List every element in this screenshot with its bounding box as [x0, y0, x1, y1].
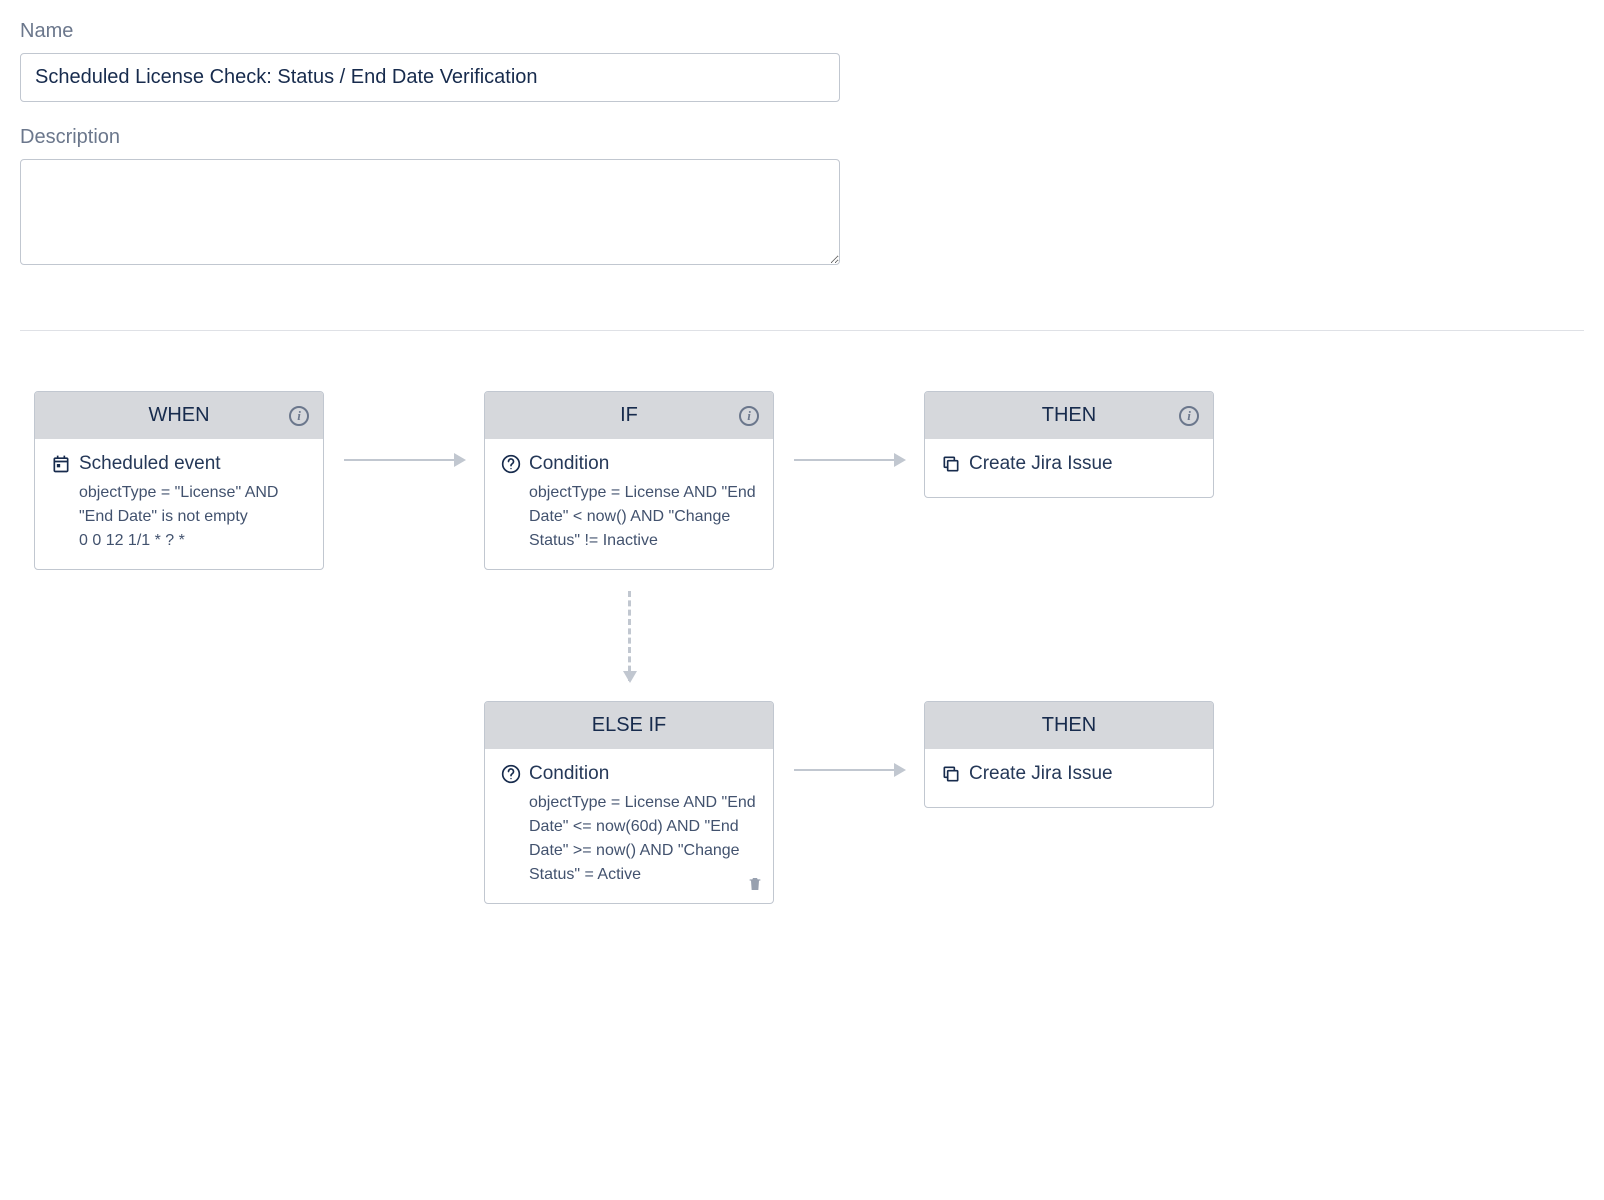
info-icon[interactable]: i: [289, 406, 309, 426]
elseif-header-label: ELSE IF: [592, 714, 666, 736]
if-header-label: IF: [620, 404, 638, 426]
when-header-label: WHEN: [148, 404, 209, 426]
if-header: IF i: [485, 392, 773, 439]
elseif-title-row: Condition: [501, 763, 757, 785]
then2-title-row: Create Jira Issue: [941, 763, 1197, 785]
when-details: objectType = "License" AND "End Date" is…: [51, 481, 307, 553]
arrow-when-to-if: [344, 459, 464, 461]
elseif-card[interactable]: ELSE IF Condition objectType = License A…: [484, 701, 774, 904]
automation-flow: WHEN i Scheduled event objectType = "Lic…: [34, 391, 1584, 991]
then-card-1[interactable]: THEN i Create Jira Issue: [924, 391, 1214, 498]
then1-body: Create Jira Issue: [925, 439, 1213, 497]
if-card[interactable]: IF i Condition objectType = License AND …: [484, 391, 774, 570]
elseif-body: Condition objectType = License AND "End …: [485, 749, 773, 903]
info-icon[interactable]: i: [1179, 406, 1199, 426]
then1-title: Create Jira Issue: [969, 453, 1113, 475]
when-title-row: Scheduled event: [51, 453, 307, 475]
trash-icon[interactable]: [747, 875, 763, 893]
copy-icon: [941, 764, 961, 784]
if-details: objectType = License AND "End Date" < no…: [501, 481, 757, 553]
description-label: Description: [20, 126, 1584, 149]
question-icon: [501, 764, 521, 784]
description-textarea[interactable]: [20, 159, 840, 265]
if-body: Condition objectType = License AND "End …: [485, 439, 773, 569]
then1-header: THEN i: [925, 392, 1213, 439]
elseif-details: objectType = License AND "End Date" <= n…: [501, 791, 757, 887]
when-card[interactable]: WHEN i Scheduled event objectType = "Lic…: [34, 391, 324, 570]
then1-header-label: THEN: [1042, 404, 1096, 426]
arrow-if-to-then: [794, 459, 904, 461]
calendar-icon: [51, 454, 71, 474]
description-field-group: Description: [20, 126, 1584, 270]
elseif-header: ELSE IF: [485, 702, 773, 749]
then-card-2[interactable]: THEN Create Jira Issue: [924, 701, 1214, 808]
section-divider: [20, 330, 1584, 331]
copy-icon: [941, 454, 961, 474]
then2-title: Create Jira Issue: [969, 763, 1113, 785]
then2-body: Create Jira Issue: [925, 749, 1213, 807]
arrow-elseif-to-then: [794, 769, 904, 771]
then2-header-label: THEN: [1042, 714, 1096, 736]
arrow-if-to-elseif: [628, 591, 631, 681]
info-icon[interactable]: i: [739, 406, 759, 426]
if-title-row: Condition: [501, 453, 757, 475]
elseif-title: Condition: [529, 763, 609, 785]
question-icon: [501, 454, 521, 474]
then2-header: THEN: [925, 702, 1213, 749]
name-field-group: Name: [20, 20, 1584, 102]
then1-title-row: Create Jira Issue: [941, 453, 1197, 475]
when-header: WHEN i: [35, 392, 323, 439]
when-title: Scheduled event: [79, 453, 221, 475]
when-body: Scheduled event objectType = "License" A…: [35, 439, 323, 569]
name-input[interactable]: [20, 53, 840, 102]
if-title: Condition: [529, 453, 609, 475]
name-label: Name: [20, 20, 1584, 43]
